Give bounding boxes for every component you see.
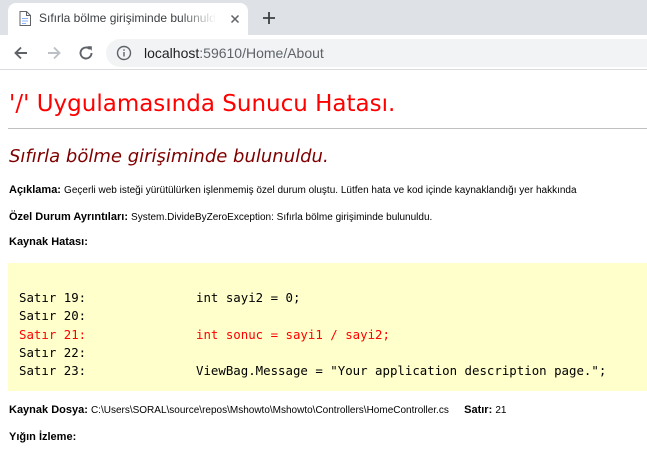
code-line: Satır 19: int sayi2 = 0; [19, 290, 300, 305]
code-text: int sonuc = sayi1 / sayi2; [196, 327, 390, 342]
address-bar[interactable]: localhost:59610/Home/About [106, 39, 647, 67]
description-text: Geçerli web isteği yürütülürken işlenmem… [64, 185, 577, 196]
source-file-label: Kaynak Dosya: [9, 404, 88, 416]
tab-title: Sıfırla bölme girişiminde bulunuldu. [39, 11, 216, 25]
code-text: ViewBag.Message = "Your application desc… [196, 363, 607, 378]
exception-line: Özel Durum Ayrıntıları: System.DivideByZ… [9, 211, 432, 223]
info-icon[interactable] [116, 45, 132, 61]
url-path: :59610/Home/About [199, 45, 324, 61]
tab-strip: Sıfırla bölme girişiminde bulunuldu. [0, 0, 647, 35]
code-text: int sayi2 = 0; [196, 290, 301, 305]
source-code-block: Satır 19: int sayi2 = 0; Satır 20: Satır … [8, 263, 647, 391]
document-icon [19, 11, 31, 26]
line-value: 21 [495, 405, 507, 416]
plus-icon[interactable] [259, 8, 279, 28]
code-line: Satır 20: [19, 308, 196, 323]
divider [8, 128, 647, 129]
line-number: Satır 23: [19, 363, 87, 378]
exception-text: System.DivideByZeroException: Sıfırla bö… [131, 212, 433, 223]
line-number: Satır 21: [19, 327, 87, 342]
description-label: Açıklama: [9, 184, 61, 196]
arrow-right-icon[interactable] [44, 43, 64, 63]
error-heading: Sıfırla bölme girişiminde bulunuldu. [9, 146, 329, 167]
code-line: Satır 23: ViewBag.Message = "Your applica… [19, 363, 606, 378]
source-file-path: C:\Users\SORAL\source\repos\Mshowto\Msho… [90, 405, 449, 416]
description-line: Açıklama: Geçerli web isteği yürütülürke… [9, 184, 577, 196]
page-content: '/' Uygulamasında Sunucu Hatası. Sıfırla… [0, 71, 647, 449]
line-label: Satır: [464, 404, 493, 416]
line-number: Satır 20: [19, 308, 87, 323]
stack-trace-line: Yığın İzleme: [9, 431, 76, 443]
reload-icon[interactable] [76, 43, 96, 63]
server-error-title: '/' Uygulamasında Sunucu Hatası. [9, 91, 396, 117]
code-line: Satır 22: [19, 345, 196, 360]
line-number: Satır 22: [19, 345, 87, 360]
browser-tab[interactable]: Sıfırla bölme girişiminde bulunuldu. [8, 3, 248, 35]
url-host: localhost [144, 45, 200, 61]
source-file-line: Kaynak Dosya: C:\Users\SORAL\source\repo… [9, 404, 506, 416]
url-text[interactable]: localhost:59610/Home/About [144, 45, 324, 61]
source-error-label: Kaynak Hatası: [9, 236, 88, 248]
close-icon[interactable] [228, 12, 242, 26]
code-line-error: Satır 21: int sonuc = sayi1 / sayi2; [19, 327, 390, 342]
exception-label: Özel Durum Ayrıntıları: [9, 211, 128, 223]
arrow-left-icon[interactable] [11, 43, 31, 63]
browser-toolbar: localhost:59610/Home/About [0, 35, 647, 70]
line-number: Satır 19: [19, 290, 87, 305]
source-error-line: Kaynak Hatası: [9, 236, 88, 248]
stack-trace-label: Yığın İzleme: [9, 431, 77, 443]
